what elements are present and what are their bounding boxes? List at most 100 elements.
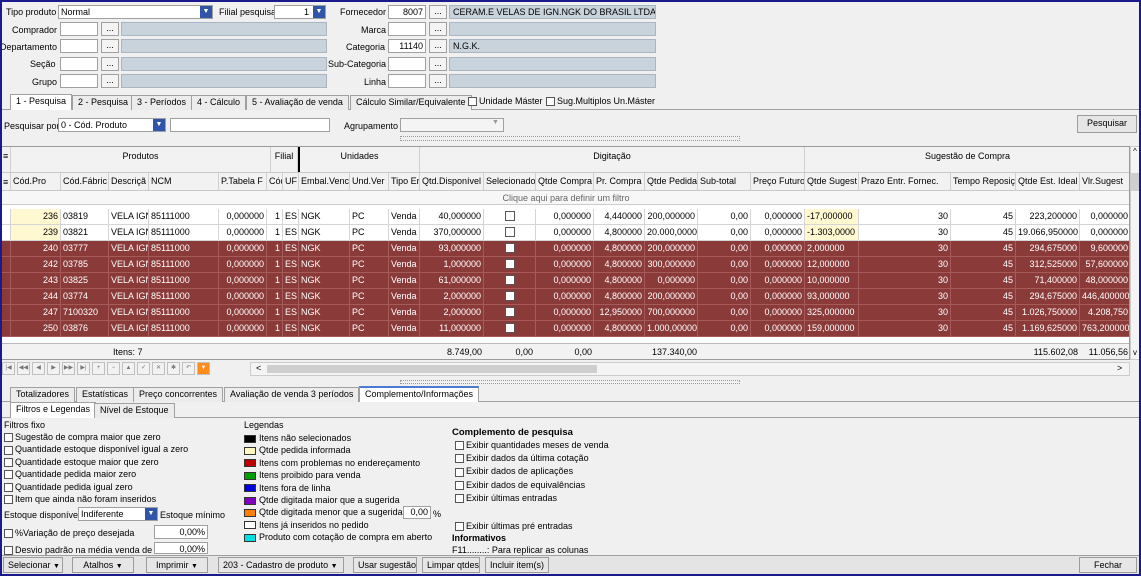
column-header[interactable]: Tempo Reposiç: [951, 173, 1016, 190]
table-cell[interactable]: 7100320: [61, 305, 109, 321]
selecionado-checkbox[interactable]: [504, 275, 515, 285]
filtro-check[interactable]: Item que ainda não foram inseridos: [4, 494, 156, 505]
filtro-check[interactable]: Quantidade estoque disponível igual a ze…: [4, 444, 188, 455]
grupo-lookup-button[interactable]: ...: [101, 74, 119, 88]
navigator-button-icon[interactable]: ◀◀: [17, 362, 30, 375]
navigator-button-icon[interactable]: ◀: [32, 362, 45, 375]
table-cell[interactable]: PC: [350, 241, 389, 257]
table-cell[interactable]: 0,00: [698, 209, 751, 225]
column-header[interactable]: Tipo Er: [389, 173, 420, 190]
column-header[interactable]: Cód: [267, 173, 283, 190]
checkbox[interactable]: [4, 482, 13, 492]
row-indicator[interactable]: [1, 241, 11, 257]
table-cell[interactable]: 30: [859, 305, 951, 321]
table-cell[interactable]: [484, 289, 536, 305]
table-cell[interactable]: Venda: [389, 289, 420, 305]
row-indicator[interactable]: [1, 209, 11, 225]
table-cell[interactable]: 30: [859, 273, 951, 289]
table-cell[interactable]: 4,440000: [594, 209, 645, 225]
table-cell[interactable]: 85111000: [149, 273, 219, 289]
checkbox[interactable]: [4, 445, 13, 455]
subcategoria-code[interactable]: [388, 57, 426, 71]
table-cell[interactable]: 1: [267, 209, 283, 225]
table-cell[interactable]: 30: [859, 225, 951, 241]
table-cell[interactable]: VELA IGN: [109, 305, 149, 321]
table-cell[interactable]: 239: [11, 225, 61, 241]
table-cell[interactable]: PC: [350, 257, 389, 273]
checkbox[interactable]: [4, 470, 13, 480]
table-cell[interactable]: 03876: [61, 321, 109, 337]
selecionado-checkbox[interactable]: [504, 259, 515, 269]
secao-lookup-button[interactable]: ...: [101, 57, 119, 71]
checkbox[interactable]: [455, 493, 464, 503]
table-cell[interactable]: 4,800000: [594, 273, 645, 289]
complemento-check[interactable]: Exibir dados de equivalências: [455, 480, 585, 490]
table-cell[interactable]: 4,800000: [594, 225, 645, 241]
table-cell[interactable]: ES: [283, 305, 299, 321]
table-cell[interactable]: 0,000000: [536, 241, 594, 257]
subtab-nivel-estoque[interactable]: Nível de Estoque: [94, 403, 175, 418]
table-cell[interactable]: 325,000000: [805, 305, 859, 321]
table-cell[interactable]: ES: [283, 225, 299, 241]
table-cell[interactable]: 30: [859, 241, 951, 257]
navigator-button-icon[interactable]: ✕: [152, 362, 165, 375]
variacao-check[interactable]: %Variação de preço desejada: [4, 528, 134, 539]
checkbox[interactable]: [4, 433, 13, 443]
pre-entradas-check[interactable]: Exibir últimas pré entradas: [455, 521, 573, 532]
table-cell[interactable]: 9,600000: [1080, 241, 1129, 257]
table-cell[interactable]: 0,000000: [751, 241, 805, 257]
row-indicator[interactable]: [1, 321, 11, 337]
atalhos-button[interactable]: Atalhos ▼: [72, 557, 134, 573]
selecionado-checkbox[interactable]: [504, 243, 515, 253]
selecionado-checkbox[interactable]: [504, 211, 515, 221]
column-header[interactable]: Selecionado: [484, 173, 536, 190]
table-cell[interactable]: PC: [350, 225, 389, 241]
complemento-check[interactable]: Exibir quantidades meses de venda: [455, 440, 609, 451]
tab-calculo[interactable]: 4 - Cálculo: [191, 95, 247, 110]
table-cell[interactable]: PC: [350, 209, 389, 225]
column-header[interactable]: Pr. Compra: [594, 173, 645, 190]
row-indicator[interactable]: [1, 305, 11, 321]
table-cell[interactable]: Venda: [389, 225, 420, 241]
table-cell[interactable]: 30: [859, 321, 951, 337]
categoria-code[interactable]: 11140: [388, 39, 426, 53]
table-cell[interactable]: 61,000000: [420, 273, 484, 289]
grid-vscrollbar[interactable]: ^ v: [1130, 146, 1140, 360]
table-cell[interactable]: 20.000,0000: [645, 225, 698, 241]
imprimir-button[interactable]: Imprimir ▼: [146, 557, 208, 573]
table-cell[interactable]: 250: [11, 321, 61, 337]
tab-calculo-similar[interactable]: Cálculo Similar/Equivalente: [350, 95, 472, 110]
table-cell[interactable]: 244: [11, 289, 61, 305]
table-cell[interactable]: ES: [283, 209, 299, 225]
pct-input[interactable]: 0,00: [403, 506, 431, 519]
table-cell[interactable]: 85111000: [149, 209, 219, 225]
table-cell[interactable]: 19.066,950000: [1016, 225, 1080, 241]
navigator-button-icon[interactable]: ▼: [197, 362, 210, 375]
table-cell[interactable]: 312,525000: [1016, 257, 1080, 273]
checkbox[interactable]: [455, 480, 464, 490]
table-cell[interactable]: 03774: [61, 289, 109, 305]
table-cell[interactable]: Venda: [389, 321, 420, 337]
table-cell[interactable]: 4,800000: [594, 321, 645, 337]
column-header[interactable]: Prazo Entr. Fornec.: [859, 173, 951, 190]
table-cell[interactable]: 12,000000: [805, 257, 859, 273]
filter-row[interactable]: Clique aqui para definir um filtro: [1, 191, 1129, 205]
table-cell[interactable]: 236: [11, 209, 61, 225]
table-cell[interactable]: 0,000000: [536, 209, 594, 225]
table-cell[interactable]: 4,800000: [594, 257, 645, 273]
table-cell[interactable]: 0,000000: [751, 225, 805, 241]
table-cell[interactable]: [484, 273, 536, 289]
table-cell[interactable]: 0,000000: [219, 305, 267, 321]
table-cell[interactable]: NGK: [299, 257, 350, 273]
table-cell[interactable]: 45: [951, 241, 1016, 257]
table-cell[interactable]: 1: [267, 289, 283, 305]
column-header[interactable]: Cód.Fábric: [61, 173, 109, 190]
table-cell[interactable]: 93,000000: [420, 241, 484, 257]
selecionado-checkbox[interactable]: [504, 291, 515, 301]
navigator-button-icon[interactable]: ▶|: [77, 362, 90, 375]
table-cell[interactable]: 0,000000: [219, 225, 267, 241]
table-cell[interactable]: 45: [951, 209, 1016, 225]
table-cell[interactable]: 1: [267, 305, 283, 321]
tab-avaliacao-venda[interactable]: 5 - Avaliação de venda: [246, 95, 349, 110]
table-cell[interactable]: 242: [11, 257, 61, 273]
